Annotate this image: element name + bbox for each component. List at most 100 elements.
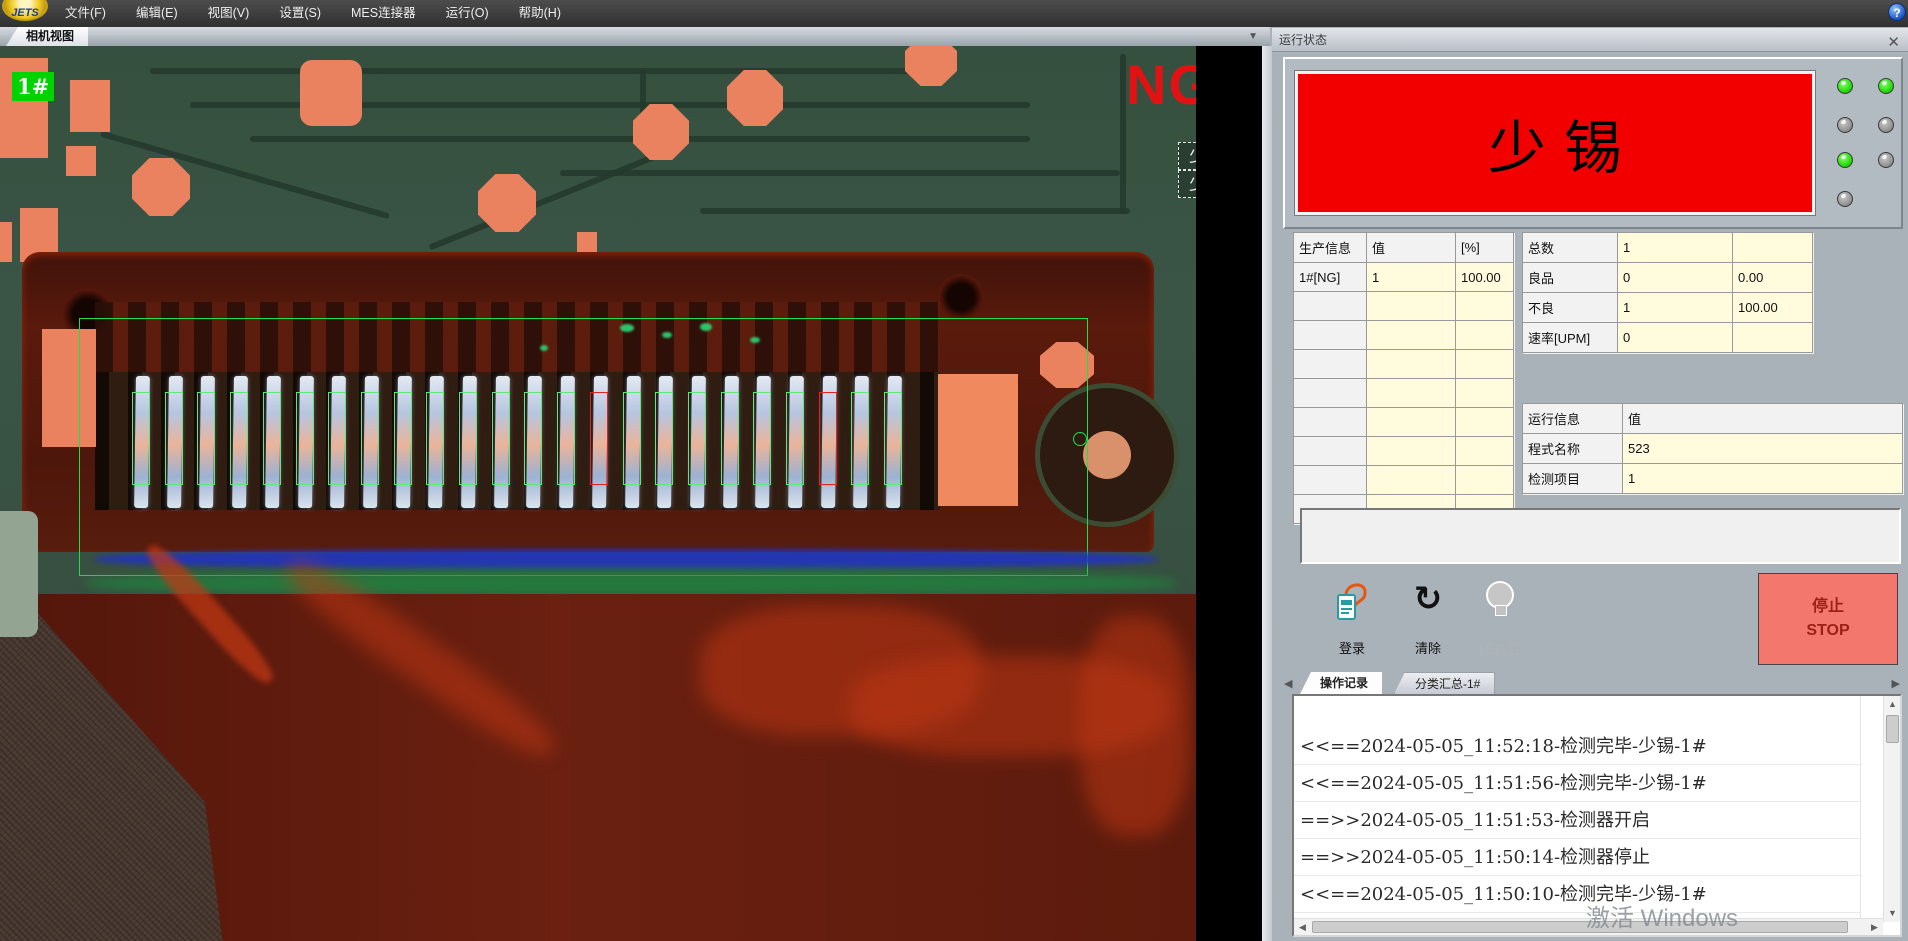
stop-button[interactable]: 停止 STOP [1758, 573, 1898, 665]
scroll-up-icon[interactable]: ▲ [1884, 696, 1901, 713]
log-tab[interactable]: 操作记录 [1300, 672, 1382, 694]
run-info-table: 运行信息值程式名称523检测项目1 [1522, 403, 1903, 494]
panel-title-text: 运行状态 [1279, 33, 1327, 47]
bulb-icon [1488, 583, 1512, 607]
row-label [1294, 437, 1367, 466]
production-table: 生产信息值[%]1#[NG]1100.00 [1293, 232, 1514, 524]
row-value [1367, 408, 1456, 437]
status-display-card: 少锡 [1283, 57, 1903, 229]
row-label [1294, 292, 1367, 321]
panel-title-bar: 运行状态 ✕ [1272, 28, 1908, 52]
row-value: 1 [1618, 233, 1733, 263]
menu-item[interactable]: 视图(V) [193, 0, 265, 27]
row-value: 1 [1623, 464, 1903, 494]
table-row: 良品00.00 [1523, 263, 1813, 293]
table-row [1294, 437, 1514, 466]
camera-tabstrip: 相机视图 ▼ [0, 27, 1270, 46]
log-tabstrip: ◀ 操作记录分类汇总-1# ▶ [1282, 672, 1902, 694]
log-entry[interactable]: <<==2024-05-05_11:52:18-检测完毕-少锡-1# [1294, 728, 1860, 765]
row-value [1456, 350, 1514, 379]
row-value: 0.00 [1733, 263, 1813, 293]
row-value [1367, 466, 1456, 495]
log-entry[interactable]: ==>>2024-05-05_11:50:14-检测器停止 [1294, 839, 1860, 876]
table-row: 检测项目1 [1523, 464, 1903, 494]
menu-item[interactable]: 运行(O) [431, 0, 504, 27]
row-value [1367, 437, 1456, 466]
table-row [1294, 379, 1514, 408]
vertical-scrollbar[interactable]: ▲ ▼ [1883, 696, 1900, 922]
row-label [1294, 408, 1367, 437]
totals-table: 总数1良品00.00不良1100.00速率[UPM]0 [1522, 232, 1813, 353]
close-icon[interactable]: ✕ [1887, 31, 1900, 55]
row-value: 1 [1618, 293, 1733, 323]
menu-item[interactable]: 编辑(E) [121, 0, 193, 27]
help-icon[interactable]: ? [1888, 3, 1906, 21]
tab-camera-view[interactable]: 相机视图 [6, 27, 88, 46]
pane-splitter[interactable] [1262, 46, 1272, 941]
row-label [1294, 379, 1367, 408]
menu-item[interactable]: 文件(F) [50, 0, 121, 27]
row-value: 1 [1367, 263, 1456, 292]
menu-item[interactable]: MES连接器 [336, 0, 431, 27]
table-header: 值 [1367, 233, 1456, 263]
row-label: 1#[NG] [1294, 263, 1367, 292]
scrollbar-thumb[interactable] [1312, 921, 1848, 933]
camera-view-pane: 1# NG 少锡少锡 [0, 46, 1262, 941]
row-value: 523 [1623, 434, 1903, 464]
row-value [1367, 379, 1456, 408]
row-label: 良品 [1523, 263, 1618, 293]
row-value [1456, 379, 1514, 408]
status-led-on [1878, 78, 1894, 94]
horizontal-scrollbar[interactable]: ◀ ▶ [1294, 918, 1883, 935]
table-row [1294, 350, 1514, 379]
row-value [1367, 321, 1456, 350]
row-label [1294, 466, 1367, 495]
row-value [1456, 408, 1514, 437]
status-led-off [1837, 117, 1853, 133]
table-row [1294, 466, 1514, 495]
table-row: 程式名称523 [1523, 434, 1903, 464]
operation-log-list: <<==2024-05-05_11:52:18-检测完毕-少锡-1#<<==20… [1292, 694, 1902, 937]
menu-item[interactable]: 设置(S) [264, 0, 336, 27]
row-label: 检测项目 [1523, 464, 1623, 494]
table-header: 生产信息 [1294, 233, 1367, 263]
log-tab[interactable]: 分类汇总-1# [1394, 672, 1495, 694]
scroll-down-icon[interactable]: ▼ [1884, 905, 1901, 922]
row-label [1294, 350, 1367, 379]
row-label [1294, 321, 1367, 350]
row-label: 总数 [1523, 233, 1618, 263]
status-led-off [1878, 152, 1894, 168]
scroll-left-icon[interactable]: ◀ [1294, 919, 1311, 936]
row-label: 不良 [1523, 293, 1618, 323]
tab-scroll-right-icon[interactable]: ▶ [1892, 677, 1900, 690]
row-value [1456, 437, 1514, 466]
badge-icon [1332, 581, 1372, 625]
camera-number-badge: 1# [12, 72, 54, 101]
scroll-right-icon[interactable]: ▶ [1866, 919, 1883, 936]
row-label: 程式名称 [1523, 434, 1623, 464]
message-box [1300, 508, 1901, 564]
clear-button[interactable]: ↻ 清除 [1396, 579, 1460, 663]
log-entry[interactable]: ==>>2024-05-05_11:51:53-检测器开启 [1294, 802, 1860, 839]
refresh-icon: ↻ [1396, 579, 1460, 619]
login-button[interactable]: 登录 [1320, 579, 1384, 663]
tab-scroll-left-icon[interactable]: ◀ [1284, 677, 1292, 690]
chevron-down-icon[interactable]: ▼ [1248, 31, 1258, 42]
roi-rectangle [79, 318, 1088, 576]
row-value [1456, 321, 1514, 350]
log-entry[interactable]: <<==2024-05-05_11:51:56-检测完毕-少锡-1# [1294, 765, 1860, 802]
menu-item[interactable]: 帮助(H) [504, 0, 576, 27]
row-value: 0 [1618, 263, 1733, 293]
led-light-button[interactable]: LED 灯 [1468, 579, 1532, 663]
row-value [1367, 292, 1456, 321]
table-header: 值 [1623, 404, 1903, 434]
table-row: 1#[NG]1100.00 [1294, 263, 1514, 292]
table-header: 运行信息 [1523, 404, 1623, 434]
scrollbar-thumb[interactable] [1886, 715, 1899, 743]
row-value: 100.00 [1456, 263, 1514, 292]
table-row: 总数1 [1523, 233, 1813, 263]
menu-bar: JETS 文件(F)编辑(E)视图(V)设置(S)MES连接器运行(O)帮助(H… [0, 0, 1908, 27]
row-value: 100.00 [1733, 293, 1813, 323]
table-row [1294, 321, 1514, 350]
log-entry[interactable]: <<==2024-05-05_11:50:10-检测完毕-少锡-1# [1294, 876, 1860, 913]
